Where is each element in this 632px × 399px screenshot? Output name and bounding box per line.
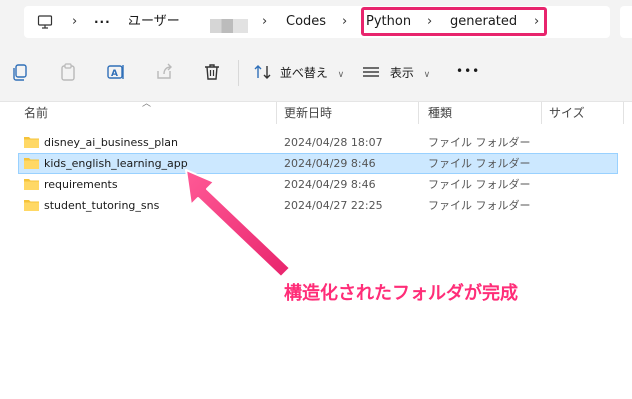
file-name: kids_english_learning_app <box>44 157 188 170</box>
file-name: student_tutoring_sns <box>44 199 160 212</box>
column-header-size[interactable]: サイズ <box>549 102 585 124</box>
svg-text:A: A <box>111 69 118 79</box>
list-item[interactable]: student_tutoring_sns 2024/04/27 22:25 ファ… <box>18 195 618 216</box>
list-item[interactable]: disney_ai_business_plan 2024/04/28 18:07… <box>18 132 618 153</box>
column-divider[interactable] <box>418 102 419 124</box>
delete-icon[interactable] <box>202 62 222 82</box>
redacted-username[interactable] <box>210 19 248 33</box>
file-modified: 2024/04/29 8:46 <box>284 178 376 191</box>
view-icon <box>363 67 379 77</box>
file-modified: 2024/04/28 18:07 <box>284 136 383 149</box>
folder-icon <box>24 158 39 169</box>
sort-ascending-icon: ︿ <box>142 99 152 109</box>
chevron-right-icon: › <box>342 14 348 29</box>
list-item[interactable]: requirements 2024/04/29 8:46 ファイル フォルダー <box>18 174 618 195</box>
column-divider[interactable] <box>541 102 542 124</box>
list-item-selected[interactable]: kids_english_learning_app 2024/04/29 8:4… <box>18 153 618 174</box>
file-name: requirements <box>44 178 118 191</box>
paste-icon[interactable] <box>58 62 78 82</box>
view-button[interactable]: 表示 ∨ <box>362 62 430 84</box>
rename-icon[interactable]: A <box>106 62 126 82</box>
chevron-down-icon: ∨ <box>337 70 345 80</box>
column-divider[interactable] <box>276 102 277 124</box>
column-header-name[interactable]: 名前 <box>24 102 48 124</box>
file-modified: 2024/04/27 22:25 <box>284 199 383 212</box>
file-type: ファイル フォルダー <box>428 157 531 170</box>
file-type: ファイル フォルダー <box>428 178 531 191</box>
more-options-button[interactable]: ••• <box>456 64 480 78</box>
copy-icon[interactable] <box>10 62 30 82</box>
breadcrumb-item-codes[interactable]: Codes <box>286 6 326 38</box>
file-type: ファイル フォルダー <box>428 199 531 212</box>
annotation-text: 構造化されたフォルダが完成 <box>284 283 518 304</box>
file-modified: 2024/04/29 8:46 <box>284 157 376 170</box>
computer-icon[interactable] <box>37 14 53 30</box>
highlight-frame <box>361 7 547 36</box>
column-divider[interactable] <box>623 102 624 124</box>
toolbar-divider <box>238 60 239 86</box>
chevron-down-icon: ∨ <box>423 70 431 80</box>
folder-icon <box>24 137 39 148</box>
share-icon[interactable] <box>154 62 174 82</box>
sort-icon <box>254 65 271 79</box>
command-bar: A 並べ替え ∨ 表示 ∨ ••• <box>0 44 632 102</box>
chevron-right-icon: › <box>72 14 78 29</box>
search-box-edge[interactable] <box>620 6 632 38</box>
sort-button[interactable]: 並べ替え ∨ <box>254 62 344 84</box>
folder-icon <box>24 179 39 190</box>
column-header-type[interactable]: 種類 <box>428 102 452 124</box>
column-header-modified[interactable]: 更新日時 <box>284 102 332 124</box>
view-label: 表示 <box>389 66 414 80</box>
breadcrumb-overflow[interactable]: ··· <box>94 6 111 38</box>
sort-label: 並べ替え <box>279 66 328 80</box>
chevron-right-icon: › <box>262 14 268 29</box>
breadcrumb-item-users[interactable]: ユーザー <box>128 6 180 38</box>
address-bar-area: › ··· › ユーザー › Codes › Python › generate… <box>0 0 632 44</box>
file-type: ファイル フォルダー <box>428 136 531 149</box>
file-name: disney_ai_business_plan <box>44 136 179 149</box>
folder-icon <box>24 200 39 211</box>
